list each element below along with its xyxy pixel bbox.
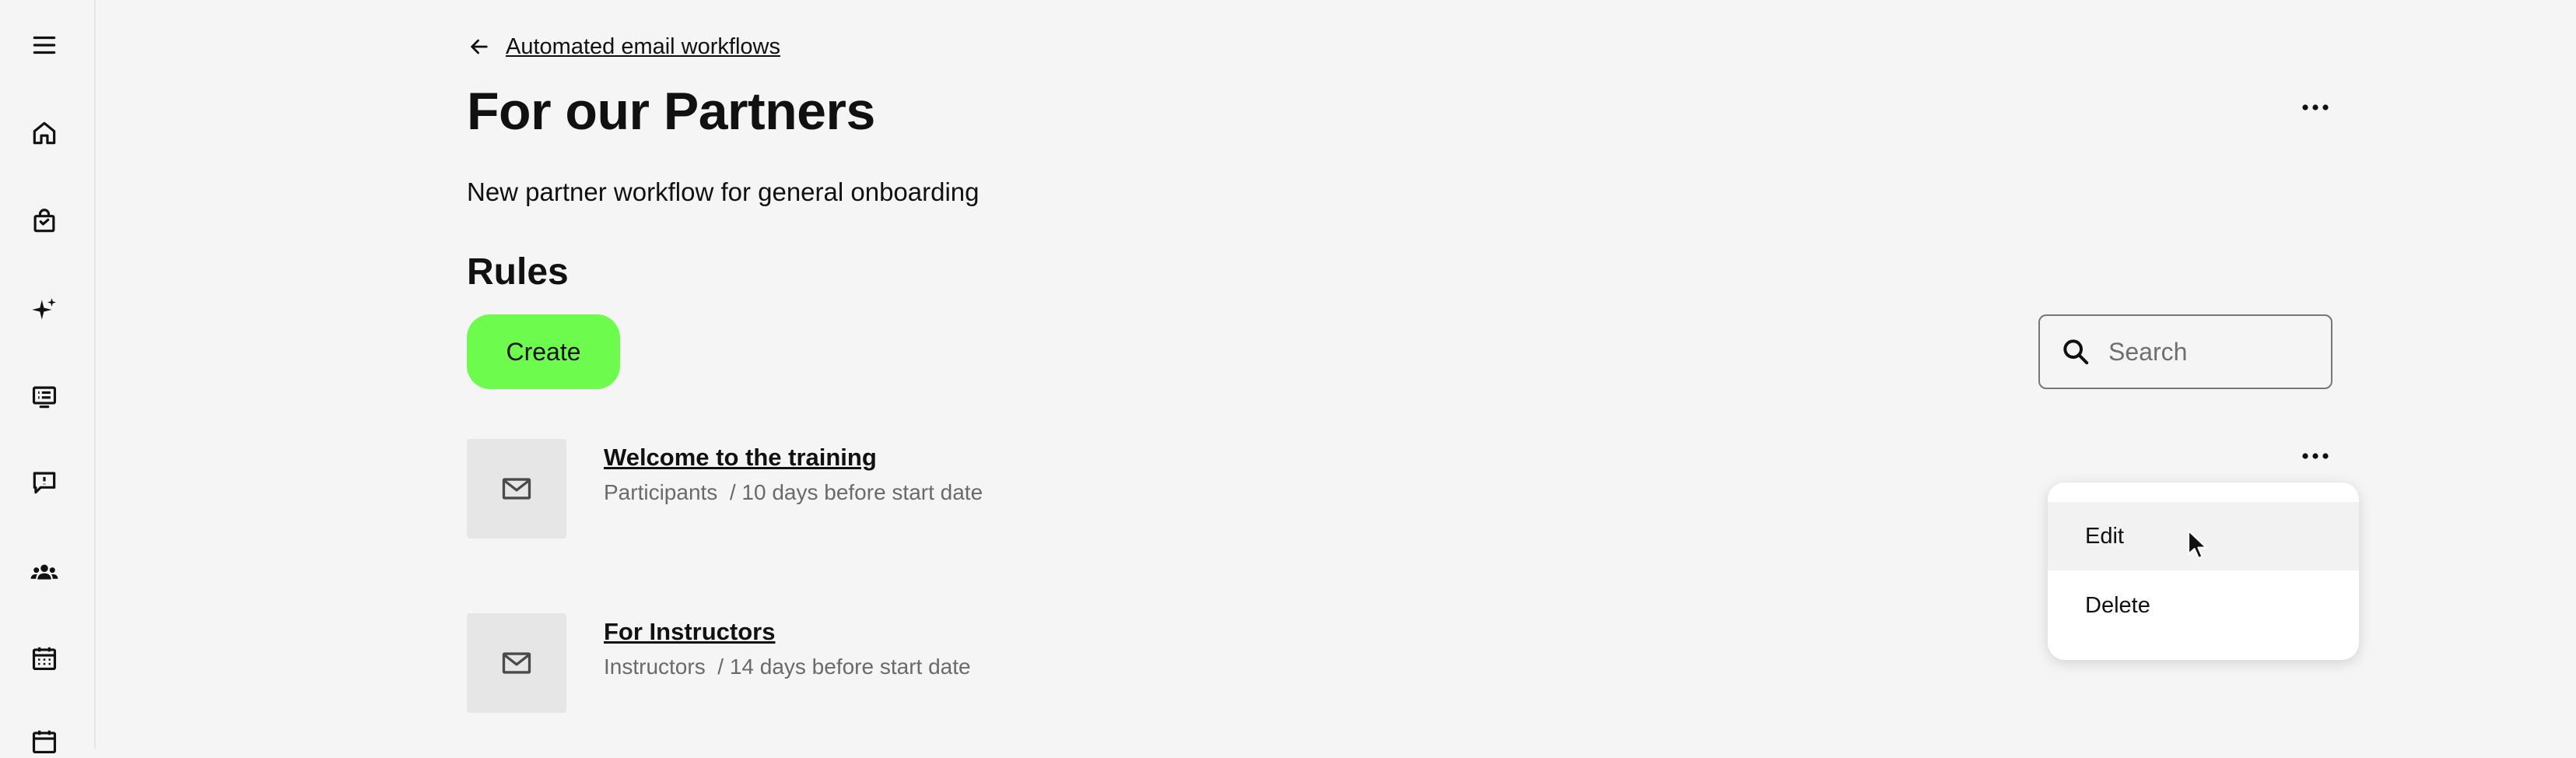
create-rule-button[interactable]: Create (467, 314, 620, 389)
calendar-icon[interactable] (28, 725, 61, 758)
rule-thumbnail (467, 439, 566, 539)
menu-item-edit[interactable]: Edit (2048, 502, 2359, 570)
rule-title-link[interactable]: For Instructors (604, 618, 775, 646)
page-title: For our Partners (467, 82, 875, 141)
arrow-left-icon[interactable] (467, 34, 492, 59)
home-icon[interactable] (28, 117, 61, 149)
rule-options-menu: Edit Delete (2048, 483, 2359, 660)
back-link[interactable]: Automated email workflows (506, 34, 780, 60)
search-box[interactable] (2038, 314, 2332, 389)
menu-item-delete[interactable]: Delete (2048, 571, 2359, 640)
breadcrumb: Automated email workflows (467, 33, 780, 61)
mail-icon (502, 478, 531, 500)
sidebar (0, 0, 96, 754)
more-horizontal-icon (2302, 453, 2329, 459)
search-input[interactable] (2107, 336, 2312, 367)
rule-thumbnail (467, 613, 566, 713)
rules-section-title: Rules (467, 251, 569, 293)
users-icon[interactable] (28, 556, 61, 588)
calendar-icon[interactable] (28, 642, 61, 675)
page-more-options-button[interactable] (2295, 93, 2336, 121)
page-description: New partner workflow for general onboard… (467, 177, 980, 206)
rule-more-options-button[interactable] (2295, 442, 2336, 470)
list-screen-icon[interactable] (28, 381, 61, 413)
shopping-bag-icon[interactable] (28, 205, 61, 237)
rule-title-link[interactable]: Welcome to the training (604, 444, 877, 472)
menu-icon[interactable] (28, 29, 61, 61)
mail-icon (502, 652, 531, 674)
search-icon (2063, 339, 2089, 365)
rule-meta: Participants / 10 days before start date (604, 480, 983, 504)
more-horizontal-icon (2302, 104, 2329, 111)
rule-meta: Instructors / 14 days before start date (604, 654, 971, 679)
feedback-icon[interactable] (28, 466, 61, 499)
sparkles-icon[interactable] (28, 293, 61, 326)
